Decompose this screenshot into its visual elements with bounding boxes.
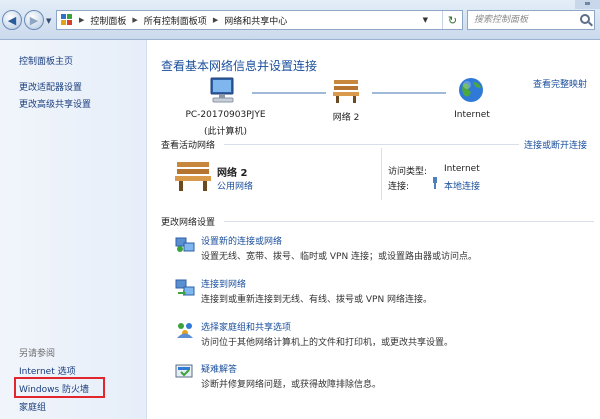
internet-globe-icon xyxy=(459,78,483,102)
network-map-label: 网络 2 xyxy=(332,113,360,123)
highlight-box xyxy=(14,377,105,398)
task-item: 设置新的连接或网络 设置无线、宽带、拨号、临时或 VPN 连接；或设置路由器或访… xyxy=(175,234,595,264)
connections-label: 连接: xyxy=(388,182,410,192)
computer-name: PC-20170903PJYE xyxy=(185,110,266,120)
active-network-name: 网络 2 xyxy=(217,168,248,179)
internet-label: Internet xyxy=(454,110,490,120)
computer-icon xyxy=(210,77,234,103)
network-bench-icon xyxy=(175,162,211,191)
connect-to-network-link[interactable]: 连接到网络 xyxy=(201,277,246,290)
local-connection-link[interactable]: 本地连接 xyxy=(444,179,480,192)
task-description: 诊断并修复网络问题，或获得故障排除信息。 xyxy=(201,380,382,390)
access-type-label: 访问类型: xyxy=(388,167,428,177)
task-item: 疑难解答 诊断并修复网络问题，或获得故障排除信息。 xyxy=(175,362,595,392)
connection-line xyxy=(252,92,326,94)
breadcrumb-item[interactable]: ▶ 网络和共享中心 xyxy=(213,14,287,27)
computer-subtitle: (此计算机) xyxy=(203,127,248,137)
connect-disconnect-link[interactable]: 连接或断开连接 xyxy=(524,138,587,151)
active-networks-heading: 查看活动网络 xyxy=(161,141,216,151)
task-description: 连接到或重新连接到无线、有线、拨号或 VPN 网络连接。 xyxy=(201,295,433,305)
page-title: 查看基本网络信息并设置连接 xyxy=(161,59,318,73)
section-divider xyxy=(224,144,519,145)
search-input[interactable] xyxy=(468,12,576,28)
forward-button[interactable]: ▶ xyxy=(24,10,44,30)
task-description: 设置无线、宽带、拨号、临时或 VPN 连接；或设置路由器或访问点。 xyxy=(201,252,478,262)
see-also-heading: 另请参阅 xyxy=(19,349,56,359)
access-type-value: Internet xyxy=(444,164,480,174)
full-map-link[interactable]: 查看完整映射 xyxy=(533,77,587,90)
change-settings-heading: 更改网络设置 xyxy=(161,218,216,228)
back-button[interactable]: ◀ xyxy=(2,10,22,30)
troubleshoot-link[interactable]: 疑难解答 xyxy=(201,362,237,375)
change-advanced-sharing-link[interactable]: 更改高级共享设置 xyxy=(19,97,91,110)
network-bench-icon xyxy=(333,80,359,103)
search-icon[interactable] xyxy=(580,14,590,24)
control-panel-home-link[interactable]: 控制面板主页 xyxy=(19,54,73,67)
network-type-link[interactable]: 公用网络 xyxy=(217,179,253,192)
task-item: 连接到网络 连接到或重新连接到无线、有线、拨号或 VPN 网络连接。 xyxy=(175,277,595,307)
homegroup-icon xyxy=(177,323,193,338)
control-panel-icon xyxy=(61,14,73,26)
section-divider xyxy=(224,221,594,222)
left-panel: 控制面板主页 更改适配器设置 更改高级共享设置 另请参阅 Internet 选项… xyxy=(0,40,147,419)
refresh-icon[interactable]: ↻ xyxy=(442,11,462,29)
address-bar: ◀ ▶ ▼ ▶ 控制面板 ▶ 所有控制面板项 ▶ 网络和共享中心 ▼ ↻ xyxy=(0,0,600,40)
task-description: 访问位于其他网络计算机上的文件和打印机，或更改共享设置。 xyxy=(201,338,454,348)
window-control-icon[interactable] xyxy=(575,0,600,9)
vertical-divider xyxy=(381,148,382,200)
breadcrumb-item[interactable]: ▶ 所有控制面板项 xyxy=(132,14,206,27)
connect-network-icon xyxy=(175,279,195,296)
change-adapter-settings-link[interactable]: 更改适配器设置 xyxy=(19,80,82,93)
ethernet-icon xyxy=(433,177,437,189)
homegroup-sharing-link[interactable]: 选择家庭组和共享选项 xyxy=(201,320,291,333)
setup-new-connection-link[interactable]: 设置新的连接或网络 xyxy=(201,234,282,247)
new-connection-icon xyxy=(175,237,195,252)
task-item: 选择家庭组和共享选项 访问位于其他网络计算机上的文件和打印机，或更改共享设置。 xyxy=(175,320,595,350)
main-content: 查看基本网络信息并设置连接 查看完整映射 PC-20170903PJYE (此计… xyxy=(148,40,600,419)
recent-pages-dropdown-icon[interactable]: ▼ xyxy=(46,17,51,25)
homegroup-link[interactable]: 家庭组 xyxy=(19,400,46,413)
breadcrumb[interactable]: ▶ 控制面板 ▶ 所有控制面板项 ▶ 网络和共享中心 ▼ ↻ xyxy=(56,10,463,30)
breadcrumb-item[interactable]: ▶ 控制面板 xyxy=(79,14,126,27)
troubleshoot-icon xyxy=(175,364,193,378)
connection-line xyxy=(372,92,446,94)
address-dropdown-icon[interactable]: ▼ xyxy=(423,16,428,24)
internet-options-link[interactable]: Internet 选项 xyxy=(19,364,76,377)
search-box[interactable] xyxy=(467,10,595,30)
